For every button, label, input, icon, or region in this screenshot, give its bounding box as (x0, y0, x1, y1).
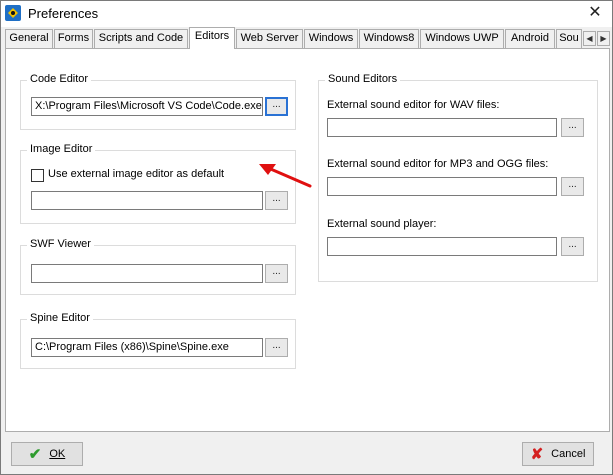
title-bar[interactable]: Preferences ✕ (1, 1, 612, 27)
cancel-button[interactable]: ✘ Cancel (522, 442, 594, 466)
tab-general[interactable]: General (5, 29, 53, 48)
mp3-ogg-editor-label: External sound editor for MP3 and OGG fi… (327, 158, 549, 170)
wav-editor-browse-button[interactable]: ... (561, 118, 584, 137)
spine-editor-group: Spine Editor C:\Program Files (x86)\Spin… (20, 312, 296, 369)
editors-panel: Code Editor X:\Program Files\Microsoft V… (5, 48, 610, 432)
image-editor-group: Image Editor Use external image editor a… (20, 143, 296, 224)
tab-sound[interactable]: Sou (556, 29, 582, 48)
wav-editor-label: External sound editor for WAV files: (327, 99, 500, 111)
spine-editor-path-field[interactable]: C:\Program Files (x86)\Spine\Spine.exe (31, 338, 263, 357)
tab-windows-uwp[interactable]: Windows UWP (420, 29, 504, 48)
tab-web-server[interactable]: Web Server (236, 29, 303, 48)
window-title: Preferences (28, 6, 99, 21)
use-external-image-editor-checkbox[interactable] (31, 169, 44, 182)
sound-player-browse-button[interactable]: ... (561, 237, 584, 256)
mp3-ogg-editor-browse-button[interactable]: ... (561, 177, 584, 196)
cancel-icon: ✘ (530, 446, 544, 463)
sound-player-label: External sound player: (327, 218, 437, 230)
wav-editor-path-field[interactable] (327, 118, 557, 137)
spine-editor-label: Spine Editor (27, 312, 93, 324)
close-button[interactable]: ✕ (584, 2, 606, 24)
tab-scroll-left-button[interactable]: ◀ (583, 31, 596, 46)
spine-editor-browse-button[interactable]: ... (265, 338, 288, 357)
preferences-window: Preferences ✕ General Forms Scripts and … (0, 0, 613, 475)
code-editor-group: Code Editor X:\Program Files\Microsoft V… (20, 73, 296, 130)
code-editor-label: Code Editor (27, 73, 92, 85)
sound-editors-label: Sound Editors (325, 73, 401, 85)
tab-windows8[interactable]: Windows8 (359, 29, 419, 48)
image-editor-browse-button[interactable]: ... (265, 191, 288, 210)
mp3-ogg-editor-path-field[interactable] (327, 177, 557, 196)
sound-player-path-field[interactable] (327, 237, 557, 256)
swf-viewer-path-field[interactable] (31, 264, 263, 283)
cancel-button-label: Cancel (551, 448, 586, 460)
tab-editors[interactable]: Editors (189, 27, 235, 49)
image-editor-path-field[interactable] (31, 191, 263, 210)
sound-editors-group: Sound Editors External sound editor for … (318, 73, 598, 282)
swf-viewer-browse-button[interactable]: ... (265, 264, 288, 283)
swf-viewer-label: SWF Viewer (27, 238, 94, 250)
tab-android[interactable]: Android (505, 29, 555, 48)
tab-scroll-right-button[interactable]: ▶ (597, 31, 610, 46)
use-external-image-editor-label: Use external image editor as default (48, 168, 225, 180)
tab-forms[interactable]: Forms (54, 29, 93, 48)
code-editor-browse-button[interactable]: ... (265, 97, 288, 116)
annotation-arrow-icon (259, 164, 312, 188)
ok-button-label: OK (49, 448, 66, 460)
check-icon: ✔ (28, 446, 42, 463)
app-icon (5, 5, 21, 21)
code-editor-path-field[interactable]: X:\Program Files\Microsoft VS Code\Code.… (31, 97, 263, 116)
image-editor-label: Image Editor (27, 143, 96, 155)
tab-windows[interactable]: Windows (304, 29, 358, 48)
tab-strip: General Forms Scripts and Code Editors W… (5, 27, 611, 49)
ok-button[interactable]: ✔ OK (11, 442, 83, 466)
swf-viewer-group: SWF Viewer ... (20, 238, 296, 295)
tab-scripts-and-code[interactable]: Scripts and Code (94, 29, 188, 48)
